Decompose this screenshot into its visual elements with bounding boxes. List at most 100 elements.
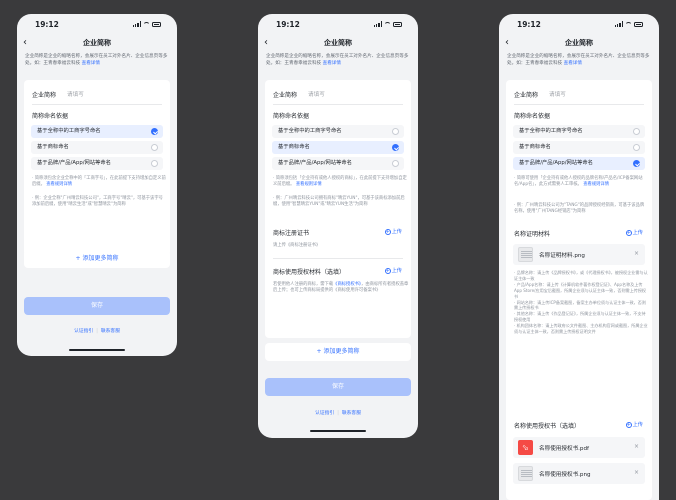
status-time: 19:12 [276, 20, 300, 29]
wifi-icon [143, 21, 150, 27]
radio-unchecked-icon[interactable] [633, 128, 640, 135]
separator: | [337, 411, 339, 416]
radio-unchecked-icon[interactable] [392, 160, 399, 167]
home-indicator [310, 430, 366, 432]
upload-label: 上传 [632, 422, 643, 428]
trademark-auth-download-link[interactable]: 《商标授权书》 [333, 282, 361, 287]
requirement-item: · 产品/App名称：请上传《计算机软件著作权登记证》、App名称及上传App … [514, 281, 647, 299]
add-more-button[interactable]: + 添加更多简称 [24, 250, 170, 268]
rule-note-text: 简称须包括「企业持有或他人授权的商标」，在此前提下支持增加自定义前后缀。 [273, 176, 407, 188]
signal-icon [373, 21, 382, 27]
example-text: 例：广州晴云科技公司为"TANG"的品牌授权经销商，可基于该品牌名称，使用"广州… [514, 203, 645, 215]
save-button[interactable]: 保存 [265, 378, 411, 396]
example-note: · 例：企业全称"广州晴云科技公司"，工商字号"晴云"，可基于该字号添加前后缀，… [32, 196, 163, 208]
trademark-cert-hint: 请上传《商标注册证书》 [273, 243, 321, 248]
status-time: 19:12 [517, 20, 541, 29]
option-fullname[interactable]: 基于全称中的工商字号命名 [31, 125, 163, 138]
rule-details-link[interactable]: 查看规则详情 [583, 182, 609, 187]
add-more-button[interactable]: + 添加更多简称 [265, 343, 411, 361]
help-link[interactable]: 认证指引 [74, 329, 93, 334]
rule-details-link[interactable]: 查看规则详情 [46, 182, 72, 187]
trademark-cert-upload-button[interactable]: + 上传 [384, 228, 402, 235]
rule-note-text: 简称可使用「企业持有或他人授权的品牌名称/产品名/ICP备案网站名/App名」，… [514, 176, 643, 188]
rule-note: · 简称可使用「企业持有或他人授权的品牌名称/产品名/ICP备案网站名/App名… [514, 176, 643, 188]
radio-unchecked-icon[interactable] [392, 128, 399, 135]
page-title: 企业简称 [324, 39, 352, 47]
upload-label: 上传 [632, 230, 643, 236]
name-input[interactable]: 请填写 [549, 90, 566, 98]
requirement-item: · 其他名称：请上传《作品登记证》，所属企业须与认证主体一致，不支持授权使用 [514, 311, 646, 323]
option-trademark[interactable]: 基于商标命名 [272, 141, 404, 154]
intro-details-link[interactable]: 查看详情 [82, 61, 100, 66]
contact-link[interactable]: 联系客服 [342, 411, 361, 416]
option-label: 基于商标命名 [519, 144, 551, 150]
page-title: 企业简称 [565, 39, 593, 47]
option-brand[interactable]: 基于品牌/产品/App/网站等命名 [513, 157, 645, 170]
name-proof-upload-button[interactable]: + 上传 [625, 229, 643, 236]
remove-file-icon[interactable]: × [634, 469, 639, 476]
example-note: · 例：广州晴云科技公司为"TANG"的品牌授权经销商，可基于该品牌名称，使用"… [514, 203, 645, 215]
remove-file-icon[interactable]: × [634, 443, 639, 450]
rule-note: · 简称须包括「企业持有或他人授权的商标」，在此前提下支持增加自定义前后缀。 查… [273, 176, 407, 188]
option-fullname[interactable]: 基于全称中的工商字号命名 [272, 125, 404, 138]
radio-unchecked-icon[interactable] [151, 144, 158, 151]
radio-checked-icon[interactable] [151, 128, 158, 135]
intro-details-link[interactable]: 查看详情 [323, 61, 341, 66]
footer-links: 认证指引 | 联系客服 [17, 327, 177, 334]
upload-plus-icon: + [625, 229, 632, 236]
requirement-text: 其他名称：请上传《作品登记证》，所属企业须与认证主体一致，不支持授权使用 [514, 311, 646, 323]
contact-link[interactable]: 联系客服 [101, 329, 120, 334]
upload-label: 上传 [391, 229, 402, 235]
pdf-file-icon: ⬂ [518, 440, 533, 455]
name-auth-upload-button[interactable]: + 上传 [625, 421, 643, 428]
phone-screen-fullname-basis: 19:12 ‹ 企业简称 企业简称是企业的缩略名称，会展示在员工对外名片、企业信… [17, 14, 177, 356]
rule-details-link[interactable]: 查看规则详情 [296, 182, 322, 187]
intro-text: 企业简称是企业的缩略名称，会展示在员工对外名片、企业信息页等多处。如：王青春幸福… [507, 54, 653, 67]
trademark-cert-label: 商标注册证书 [273, 230, 310, 237]
option-label: 基于全称中的工商字号命名 [37, 128, 101, 134]
requirement-text: 品牌名称：请上传《品牌授权书》，或《代理授权书》，被授权企业需与认证主体一致 [514, 270, 648, 281]
form-card: 企业简称 请填写 简称命名依据 基于全称中的工商字号命名 基于商标命名 基于品牌… [265, 80, 411, 338]
intro-details-link[interactable]: 查看详情 [564, 61, 582, 66]
requirement-text: 产品/App名称：请上传《计算机软件著作权登记证》、App名称及上传App St… [514, 281, 647, 299]
divider [32, 104, 162, 105]
name-input[interactable]: 请填写 [308, 90, 325, 98]
example-text: 例：广州晴云科技公司拥有商标"晴云YUN"，可基于该商标添加前后缀，使用"智慧晴… [273, 196, 405, 208]
image-thumbnail-icon [518, 466, 533, 481]
option-fullname[interactable]: 基于全称中的工商字号命名 [513, 125, 645, 138]
intro-text: 企业简称是企业的缩略名称，会展示在员工对外名片、企业信息页等多处。如：王青春幸福… [266, 54, 412, 67]
uploaded-file[interactable]: 名称证明材料.png × [513, 244, 645, 265]
option-brand[interactable]: 基于品牌/产品/App/网站等命名 [31, 157, 163, 170]
option-label: 基于品牌/产品/App/网站等命名 [37, 160, 111, 166]
radio-checked-icon[interactable] [633, 160, 640, 167]
divider [273, 258, 403, 259]
name-input[interactable]: 请填写 [67, 90, 84, 98]
requirement-item: · 品牌名称：请上传《品牌授权书》，或《代理授权书》，被授权企业需与认证主体一致 [514, 270, 648, 281]
nav-bar: ‹ 企业简称 [499, 36, 659, 52]
option-trademark[interactable]: 基于商标命名 [513, 141, 645, 154]
example-note: · 例：广州晴云科技公司拥有商标"晴云YUN"，可基于该商标添加前后缀，使用"智… [273, 196, 405, 208]
trademark-auth-upload-button[interactable]: + 上传 [384, 267, 402, 274]
name-auth-label: 名称使用授权书（选填） [514, 423, 581, 430]
proof-requirements-list: · 品牌名称：请上传《品牌授权书》，或《代理授权书》，被授权企业需与认证主体一致… [514, 270, 648, 335]
phone-screen-trademark-basis: 19:12 ‹ 企业简称 企业简称是企业的缩略名称，会展示在员工对外名片、企业信… [258, 14, 418, 438]
plus-icon: + [316, 348, 322, 355]
option-brand[interactable]: 基于品牌/产品/App/网站等命名 [272, 157, 404, 170]
uploaded-file[interactable]: 名称使用授权书.png × [513, 463, 645, 484]
intro-text: 企业简称是企业的缩略名称，会展示在员工对外名片、企业信息页等多处。如：王青春幸福… [25, 54, 171, 67]
upload-plus-icon: + [384, 228, 391, 235]
trademark-auth-hint: 若使用他人注册的商标，需下载《商标授权书》，由商标所有者授权盖章后上传；也可上传… [273, 282, 409, 294]
remove-file-icon[interactable]: × [634, 250, 639, 257]
status-bar: 19:12 [499, 14, 659, 34]
help-link[interactable]: 认证指引 [315, 411, 334, 416]
uploaded-file[interactable]: ⬂ 名称使用授权书.pdf × [513, 437, 645, 458]
save-button[interactable]: 保存 [24, 297, 170, 315]
status-icons [373, 21, 402, 27]
radio-unchecked-icon[interactable] [151, 160, 158, 167]
radio-checked-icon[interactable] [392, 144, 399, 151]
nav-bar: ‹ 企业简称 [17, 36, 177, 52]
radio-unchecked-icon[interactable] [633, 144, 640, 151]
requirement-text: 机构团体名称：请上传政府公文件截图、主办机构官网或截图，所属企业须与认证主体一致… [514, 323, 648, 335]
upload-label: 上传 [391, 268, 402, 274]
option-trademark[interactable]: 基于商标命名 [31, 141, 163, 154]
